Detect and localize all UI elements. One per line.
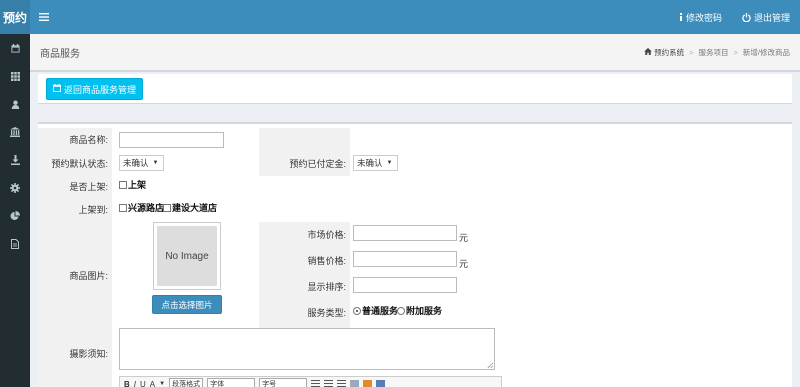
service-type-option: 附加服务: [406, 306, 443, 316]
market-price-label: 市场价格:: [307, 230, 346, 240]
download-icon[interactable]: [0, 146, 30, 174]
bank-icon[interactable]: [0, 118, 30, 146]
brand-logo[interactable]: 预约: [0, 0, 30, 34]
font-family-label: 字体: [210, 381, 225, 387]
align-center-icon[interactable]: [324, 379, 334, 387]
back-button-label: 返回商品服务管理: [64, 84, 137, 95]
default-status-label: 预约默认状态:: [51, 159, 108, 169]
radio-button[interactable]: [353, 307, 361, 315]
store-checkbox-2[interactable]: 建设大道店: [163, 203, 217, 214]
listed-checkbox[interactable]: 上架: [119, 180, 146, 191]
checkbox[interactable]: [119, 181, 127, 189]
default-status-select[interactable]: 未确认 ▼: [119, 155, 164, 171]
store-checkbox-1[interactable]: 兴源路店: [119, 203, 164, 214]
breadcrumb-item: 预约系统: [654, 47, 685, 57]
back-to-list-button[interactable]: 返回商品服务管理: [46, 78, 144, 100]
content-header: 商品服务 预约系统 > 服务项目 > 新增/修改商品: [30, 34, 800, 72]
image-preview: No Image: [153, 222, 221, 290]
image-icon[interactable]: [363, 379, 373, 387]
toolbar-box: 返回商品服务管理: [38, 74, 792, 104]
select-image-button[interactable]: 点击选择图片: [152, 295, 222, 314]
align-left-icon[interactable]: [311, 379, 321, 387]
gear-icon[interactable]: [0, 174, 30, 202]
content-area: 商品服务 预约系统 > 服务项目 > 新增/修改商品 返回商品服务管理 商品名称…: [30, 34, 800, 387]
breadcrumb-separator: >: [689, 47, 694, 57]
breadcrumb-separator: >: [733, 47, 738, 57]
no-image-placeholder: No Image: [157, 226, 217, 286]
underline-button[interactable]: U: [140, 380, 146, 387]
service-type-label: 服务类型:: [307, 308, 346, 318]
market-price-input[interactable]: [353, 225, 457, 241]
radio-button[interactable]: [397, 307, 405, 315]
default-status-value: 未确认: [123, 158, 149, 168]
breadcrumb-item[interactable]: 服务项目: [699, 47, 729, 58]
breadcrumb: 预约系统 > 服务项目 > 新增/修改商品: [644, 47, 790, 58]
logout-label: 退出管理: [753, 12, 790, 23]
sale-price-unit: 元: [459, 259, 469, 269]
deposit-label: 预约已付定金:: [289, 159, 346, 169]
file-icon[interactable]: [0, 230, 30, 258]
link-icon[interactable]: [350, 379, 360, 387]
bold-button[interactable]: B: [124, 380, 130, 387]
font-color-button[interactable]: A: [150, 380, 155, 387]
caret-down-icon: ▼: [152, 160, 159, 166]
top-navbar: 修改密码 退出管理: [30, 0, 800, 34]
caret-down-icon: ▼: [386, 160, 393, 166]
change-password-label: 修改密码: [685, 12, 722, 23]
form-box: 商品名称: 预约默认状态: 未确认 ▼ 预约已付定金: 未确认 ▼ 是否上架: 上架…: [38, 122, 792, 387]
listed-to-label: 上架到:: [78, 205, 108, 215]
grid-icon[interactable]: [0, 62, 30, 90]
service-type-option: 普通服务: [362, 306, 399, 316]
hamburger-icon[interactable]: [32, 0, 56, 34]
deposit-select[interactable]: 未确认 ▼: [353, 155, 398, 171]
pie-chart-icon[interactable]: [0, 202, 30, 230]
font-size-select[interactable]: 字号: [259, 378, 308, 387]
breadcrumb-item: 新增/修改商品: [742, 47, 790, 57]
paragraph-format-label: 段落格式: [172, 381, 201, 387]
listed-label: 是否上架:: [69, 182, 108, 192]
caret-down-icon: ▼: [159, 381, 166, 387]
checkbox[interactable]: [163, 204, 171, 212]
calendar-icon: [53, 84, 61, 94]
sale-price-label: 销售价格:: [307, 256, 346, 266]
power-icon: [742, 12, 751, 22]
sidebar: [0, 34, 30, 387]
italic-button[interactable]: I: [134, 380, 136, 387]
sort-order-input[interactable]: [353, 277, 457, 293]
user-icon[interactable]: [0, 90, 30, 118]
logout-link[interactable]: 退出管理: [742, 11, 790, 24]
font-size-label: 字号: [262, 381, 277, 387]
change-password-link[interactable]: 修改密码: [679, 11, 722, 24]
font-family-select[interactable]: 字体: [207, 378, 256, 387]
align-right-icon[interactable]: [337, 379, 347, 387]
calendar-icon[interactable]: [0, 34, 30, 62]
deposit-value: 未确认: [357, 158, 383, 168]
paragraph-format-select[interactable]: 段落格式: [169, 378, 204, 387]
store-label: 建设大道店: [172, 203, 218, 213]
store-label: 兴源路店: [128, 203, 165, 213]
editor-toolbar: B I U A ▼ 段落格式 字体 字号: [119, 376, 502, 387]
checkbox[interactable]: [119, 204, 127, 212]
product-name-input[interactable]: [119, 132, 224, 148]
breadcrumb-home[interactable]: 预约系统: [644, 47, 684, 58]
service-type-radio-1[interactable]: 普通服务: [353, 306, 398, 317]
sort-order-label: 显示排序:: [307, 282, 346, 292]
page-title: 商品服务: [40, 48, 80, 60]
table-icon[interactable]: [376, 379, 386, 387]
photo-notice-label: 摄影须知:: [69, 349, 108, 359]
info-icon: [679, 13, 683, 21]
market-price-unit: 元: [459, 233, 469, 243]
photo-notice-textarea[interactable]: [119, 328, 495, 370]
listed-option-label: 上架: [128, 180, 147, 190]
product-image-label: 商品图片:: [69, 271, 108, 281]
resize-grip-icon[interactable]: [487, 362, 493, 368]
home-icon: [644, 47, 653, 57]
service-type-radio-2[interactable]: 附加服务: [397, 306, 442, 317]
product-name-label: 商品名称:: [69, 135, 108, 145]
sale-price-input[interactable]: [353, 251, 457, 267]
